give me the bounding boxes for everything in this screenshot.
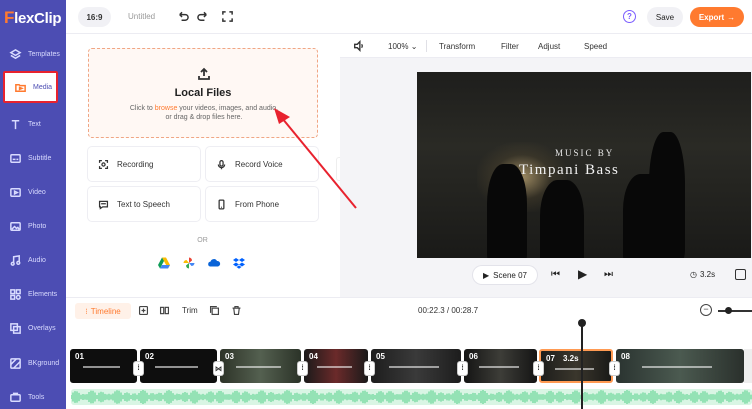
playhead-handle[interactable] [578, 319, 586, 327]
transition-handle[interactable]: ⋈ [214, 362, 223, 375]
trim-button[interactable]: Trim [182, 306, 198, 315]
clip-number: 04 [309, 352, 318, 361]
timeline-label: Timeline [90, 306, 121, 316]
timeline-clip-03[interactable]: 03 [220, 349, 301, 383]
add-clip-icon[interactable] [138, 305, 149, 316]
clip-caption [478, 366, 519, 368]
clip-caption [155, 366, 198, 368]
zoom-slider-handle[interactable] [725, 307, 732, 314]
clip-caption [555, 368, 594, 370]
transition-handle[interactable]: ⁞ [365, 362, 374, 375]
clip-number: 05 [376, 352, 385, 361]
timeline-scroll-edge[interactable] [744, 349, 752, 383]
clip-number: 08 [621, 352, 630, 361]
playhead[interactable] [581, 323, 583, 409]
clip-duration: 3.2s [563, 354, 579, 363]
timeline-clip-08[interactable]: 08 [616, 349, 744, 383]
duplicate-icon[interactable] [209, 305, 220, 316]
timeline-clip-06[interactable]: 06 [464, 349, 537, 383]
delete-icon[interactable] [231, 305, 242, 316]
clip-number: 01 [75, 352, 84, 361]
clip-number: 03 [225, 352, 234, 361]
timeline-clip-04[interactable]: 04 [304, 349, 368, 383]
timeline-icon: ⁝ [85, 306, 88, 316]
clip-caption [236, 366, 281, 368]
transition-handle[interactable]: ⁞ [298, 362, 307, 375]
zoom-slider-track[interactable] [718, 310, 752, 312]
clip-number: 06 [469, 352, 478, 361]
transition-handle[interactable]: ⁞ [134, 362, 143, 375]
clip-caption [83, 366, 121, 368]
timecode: 00:22.3 / 00:28.7 [418, 306, 479, 315]
zoom-out-icon[interactable]: − [700, 304, 712, 316]
clip-number: 07 [546, 354, 555, 363]
clip-number: 02 [145, 352, 154, 361]
timeline-clip-05[interactable]: 05 [371, 349, 461, 383]
transition-handle[interactable]: ⁞ [458, 362, 467, 375]
timeline-toggle-button[interactable]: ⁝ Timeline [75, 303, 131, 319]
transition-handle[interactable]: ⁞ [534, 362, 543, 375]
timeline-clip-07[interactable]: 07 3.2s [539, 349, 613, 383]
audio-waveform [71, 390, 752, 404]
timeline-clip-01[interactable]: 01 [70, 349, 137, 383]
flexclip-editor: FlexClip Templates Media Text Subtitle V… [0, 0, 752, 409]
clip-caption [641, 366, 712, 368]
transition-handle[interactable]: ⁞ [610, 362, 619, 375]
timeline-clip-02[interactable]: 02 [140, 349, 217, 383]
audio-track[interactable] [71, 389, 752, 405]
clip-caption [389, 366, 439, 368]
timeline-toolbar: ⁝ Timeline Trim 00:22.3 / 00:28.7 − [66, 297, 752, 323]
timeline-area: 01 02 03 04 05 06 07 3.2s 08 ⁞ ⋈ ⁞ ⁞ ⁞ ⁞… [66, 319, 752, 409]
split-icon[interactable] [159, 305, 170, 316]
clip-caption [316, 366, 352, 368]
